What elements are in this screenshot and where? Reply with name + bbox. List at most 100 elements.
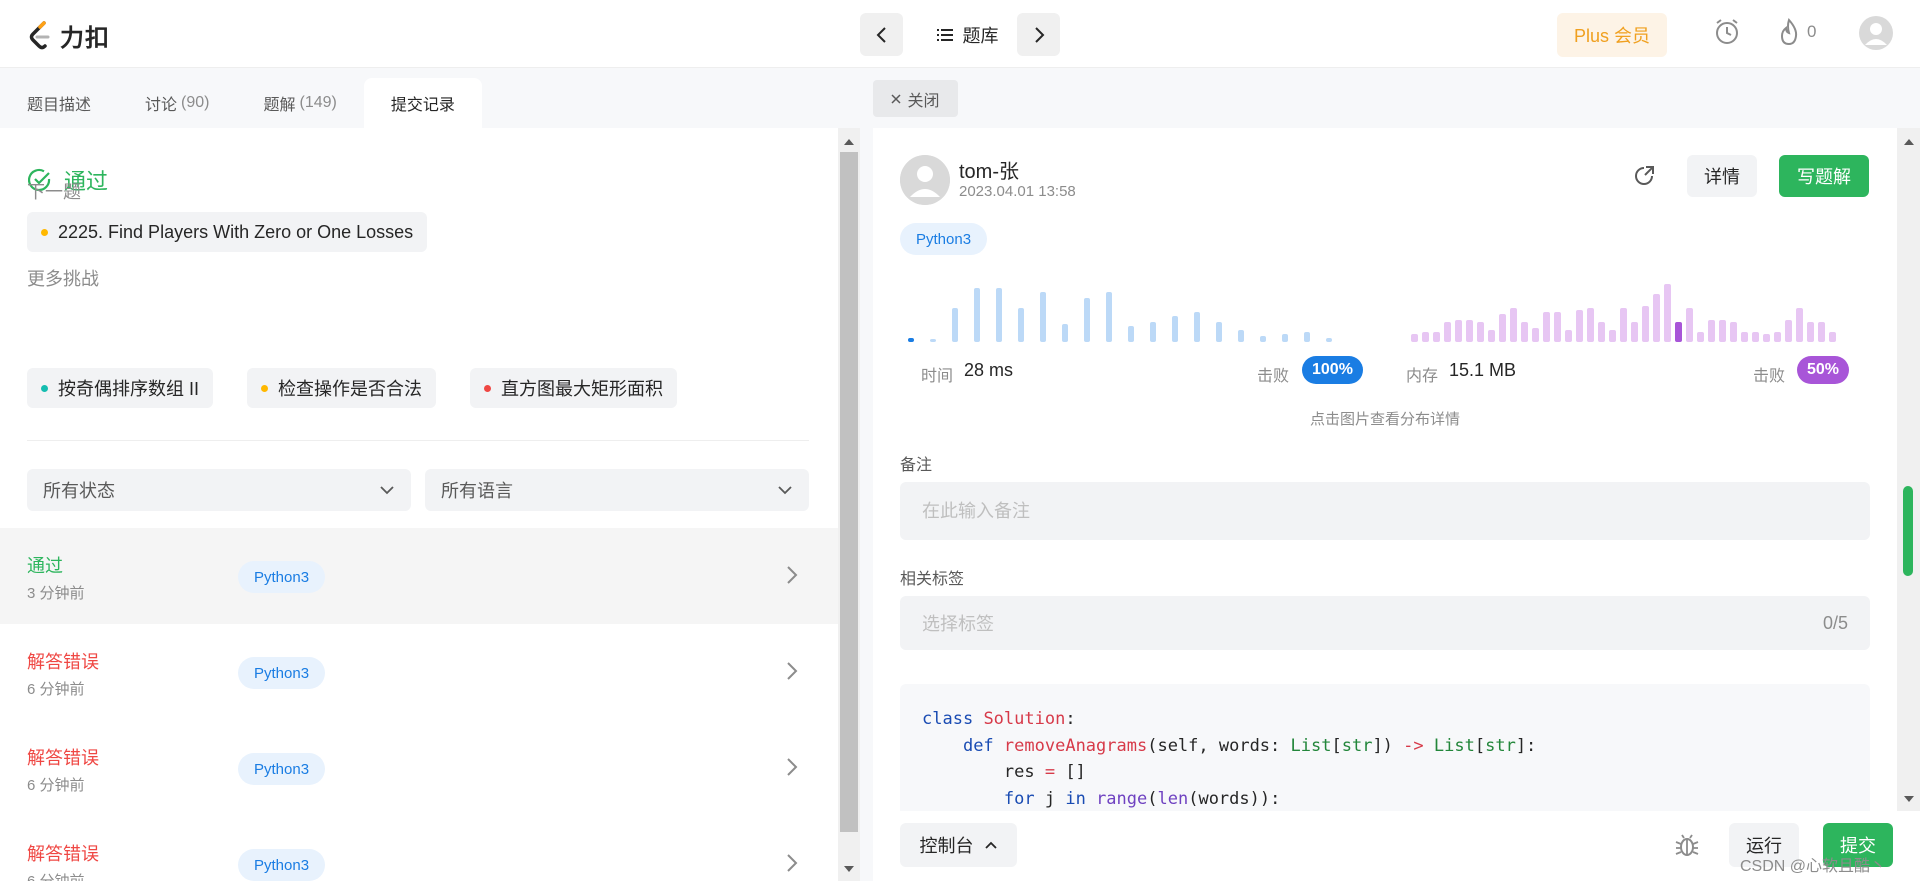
distribution-bar — [1609, 330, 1616, 342]
submission-language: Python3 — [238, 849, 326, 881]
distribution-bar — [1796, 308, 1803, 342]
alarm-clock-icon — [1716, 19, 1738, 44]
distribution-bar — [1774, 332, 1781, 342]
write-solution-button[interactable]: 写题解 — [1779, 155, 1869, 197]
distribution-bar — [1216, 322, 1222, 342]
distribution-bar — [1598, 322, 1605, 342]
bug-icon — [1675, 834, 1699, 856]
distribution-bar — [1664, 284, 1671, 342]
share-button[interactable] — [1631, 163, 1657, 194]
distribution-bar — [1172, 316, 1178, 342]
challenge-link[interactable]: 直方图最大矩形面积 — [470, 368, 677, 408]
debug-button[interactable] — [1673, 831, 1701, 864]
username[interactable]: tom-张 — [959, 155, 1019, 184]
submission-time: 6 分钟前 — [27, 681, 85, 698]
chevron-up-icon — [984, 841, 997, 849]
chevron-right-icon — [787, 566, 798, 584]
distribution-bar — [1752, 332, 1759, 342]
right-scrollbar[interactable] — [1897, 128, 1920, 811]
distribution-bar — [1741, 332, 1748, 342]
problem-tabs: 题目描述 讨论 (90) 题解 (149) 提交记录 — [0, 78, 860, 128]
note-input[interactable] — [922, 500, 1848, 522]
submission-row[interactable]: 解答错误 6 分钟前 Python3 — [0, 624, 838, 720]
distribution-bar — [1675, 322, 1682, 342]
submission-time: 3 分钟前 — [27, 585, 85, 602]
next-problem-link[interactable]: 2225. Find Players With Zero or One Loss… — [27, 212, 428, 252]
problem-bank-label: 题库 — [962, 25, 999, 46]
details-button[interactable]: 详情 — [1687, 155, 1757, 197]
runtime-label: 时间 — [921, 368, 954, 385]
memory-beat-badge: 50% — [1797, 356, 1850, 384]
user-avatar-button[interactable] — [1858, 15, 1894, 51]
submission-detail-panel: tom-张 2023.04.01 13:58 详情 写题解 Python3 时间… — [873, 128, 1897, 811]
scroll-down-icon — [1904, 796, 1914, 802]
distribution-bar — [1642, 306, 1649, 342]
status-filter-select[interactable]: 所有状态 — [27, 469, 411, 511]
code-line: def removeAnagrams(self, words: List[str… — [962, 735, 1537, 756]
distribution-bar — [1686, 308, 1693, 342]
submission-status: 解答错误 — [27, 844, 99, 864]
distribution-bar — [1576, 310, 1583, 342]
distribution-bar — [1411, 334, 1418, 342]
leetcode-logo-icon — [29, 20, 50, 49]
submission-row[interactable]: 通过 3 分钟前 Python3 — [0, 528, 838, 624]
distribution-bar — [1260, 336, 1266, 342]
submission-status: 通过 — [27, 556, 63, 576]
scrollbar-thumb[interactable] — [1903, 486, 1913, 576]
submission-language: Python3 — [238, 561, 326, 593]
code-block[interactable]: class Solution: def removeAnagrams(self,… — [900, 684, 1870, 811]
memory-distribution-chart[interactable] — [1403, 276, 1863, 346]
distribution-bar — [1106, 292, 1112, 342]
console-button[interactable]: 控制台 — [900, 823, 1017, 867]
distribution-bar — [1818, 322, 1825, 342]
scroll-up-icon — [1904, 139, 1914, 145]
distribution-bar — [1018, 308, 1024, 342]
alarm-button[interactable] — [1712, 17, 1742, 47]
tab-submissions[interactable]: 提交记录 — [363, 78, 482, 128]
challenge-link[interactable]: 按奇偶排序数组 II — [27, 368, 214, 408]
distribution-bar — [1194, 312, 1200, 342]
tab-discussion[interactable]: 讨论 (90) — [118, 78, 236, 128]
problem-bank-button[interactable]: 题库 — [915, 13, 1020, 56]
submission-row[interactable]: 解答错误 6 分钟前 Python3 — [0, 816, 838, 881]
distribution-bar — [1763, 334, 1770, 342]
language-tag: Python3 — [900, 223, 988, 255]
streak-button[interactable]: 0 — [1777, 17, 1816, 47]
scrollbar-thumb[interactable] — [840, 152, 858, 832]
challenge-link[interactable]: 检查操作是否合法 — [247, 368, 436, 408]
language-filter-select[interactable]: 所有语言 — [425, 469, 809, 511]
distribution-bar — [1521, 322, 1528, 342]
plus-member-button[interactable]: Plus 会员 — [1557, 13, 1667, 57]
runtime-beat-label: 击败 — [1257, 368, 1290, 385]
left-scrollbar[interactable] — [838, 128, 860, 881]
close-detail-button[interactable]: 关闭 — [873, 80, 958, 117]
distribution-bar — [952, 308, 958, 342]
memory-label: 内存 — [1406, 368, 1439, 385]
more-challenges-label: 更多挑战 — [27, 269, 99, 289]
avatar[interactable] — [900, 155, 950, 205]
distribution-bar — [1477, 322, 1484, 342]
distribution-bar — [1785, 320, 1792, 342]
note-field[interactable] — [900, 482, 1870, 540]
distribution-bar — [1282, 334, 1288, 342]
distribution-bar — [908, 338, 914, 342]
tags-select[interactable]: 选择标签 0/5 — [900, 596, 1870, 650]
logo[interactable]: 力扣 — [28, 18, 110, 53]
tab-solutions[interactable]: 题解 (149) — [236, 78, 363, 128]
distribution-bar — [1631, 322, 1638, 342]
user-avatar-icon — [1859, 16, 1893, 50]
tab-description[interactable]: 题目描述 — [0, 78, 118, 128]
share-icon — [1635, 166, 1654, 185]
submission-date: 2023.04.01 13:58 — [959, 183, 1076, 200]
next-problem-button[interactable] — [1017, 13, 1060, 56]
streak-count: 0 — [1807, 22, 1817, 41]
difficulty-dot — [41, 384, 48, 392]
submission-row[interactable]: 解答错误 6 分钟前 Python3 — [0, 720, 838, 816]
scroll-down-icon — [844, 866, 854, 872]
chevron-right-icon — [787, 758, 798, 776]
runtime-distribution-chart[interactable] — [900, 276, 1360, 346]
tags-label: 相关标签 — [900, 571, 965, 588]
distribution-bar — [1455, 320, 1462, 342]
prev-problem-button[interactable] — [860, 13, 903, 56]
distribution-bar — [1084, 298, 1090, 342]
